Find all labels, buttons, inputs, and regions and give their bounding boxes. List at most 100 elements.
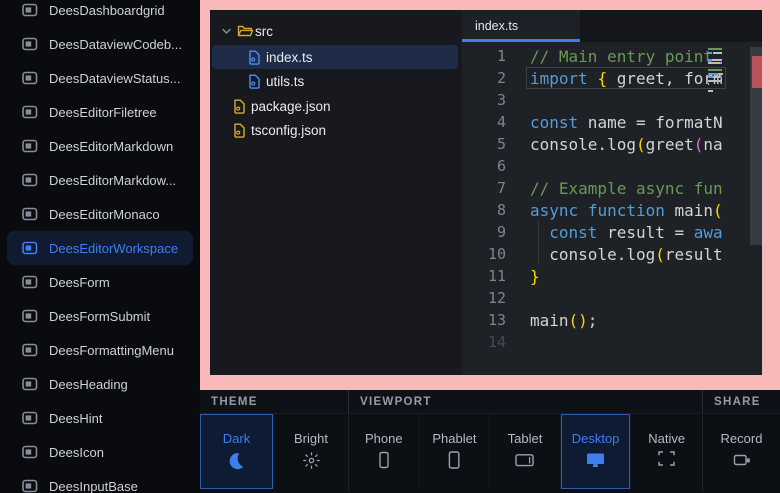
tree-row-label: package.json: [251, 99, 331, 114]
sidebar-item-deesheading[interactable]: DeesHeading: [7, 367, 193, 401]
minimap-line: [708, 66, 728, 68]
file-json-icon: [233, 123, 246, 138]
tree-row-package.json[interactable]: package.json: [210, 94, 462, 118]
widget-icon: [22, 173, 38, 187]
desktop-button[interactable]: Desktop: [561, 414, 632, 489]
button-label: Desktop: [572, 431, 620, 446]
sidebar-item-label: DeesEditorMarkdown: [49, 139, 173, 154]
button-label: Phone: [365, 431, 403, 446]
line-number: 5: [462, 135, 506, 153]
sidebar-item-deesformattingmenu[interactable]: DeesFormattingMenu: [7, 333, 193, 367]
widget-icon: [22, 411, 38, 425]
minimap-line: [708, 59, 728, 61]
phone-icon: [375, 451, 393, 469]
phone-button[interactable]: Phone: [349, 414, 420, 489]
minimap-line: [708, 62, 728, 64]
sidebar-item-label: DeesIcon: [49, 445, 104, 460]
widget-icon: [22, 343, 38, 357]
tree-row-src[interactable]: src: [210, 19, 462, 43]
sidebar-item-deesformsubmit[interactable]: DeesFormSubmit: [7, 299, 193, 333]
toolbar-section-share: Record: [702, 414, 780, 492]
overview-ruler-marker: [752, 56, 762, 88]
sidebar-item-deeshint[interactable]: DeesHint: [7, 401, 193, 435]
tree-row-tsconfig.json[interactable]: tsconfig.json: [210, 118, 462, 142]
button-label: Tablet: [508, 431, 543, 446]
code-line-11[interactable]: 11}: [462, 265, 762, 287]
sidebar-item-deeseditormarkdown[interactable]: DeesEditorMarkdown: [7, 129, 193, 163]
sidebar-item-label: DeesEditorFiletree: [49, 105, 157, 120]
sidebar-item-deeseditormonaco[interactable]: DeesEditorMonaco: [7, 197, 193, 231]
file-json-icon: [233, 99, 246, 114]
phablet-button[interactable]: Phablet: [420, 414, 491, 489]
minimap[interactable]: [708, 45, 728, 97]
native-button[interactable]: Native: [631, 414, 702, 489]
code-line-8[interactable]: 8async function main(: [462, 199, 762, 221]
bright-button[interactable]: Bright: [274, 414, 348, 489]
tree-row-utils.ts[interactable]: utils.ts: [210, 69, 462, 93]
dark-button[interactable]: Dark: [200, 414, 274, 489]
component-sidebar: DeesDashboardgridDeesDataviewCodeb...Dee…: [0, 0, 200, 493]
sidebar-item-deesdashboardgrid[interactable]: DeesDashboardgrid: [7, 0, 193, 27]
widget-icon: [22, 377, 38, 391]
record-button[interactable]: Record: [703, 414, 780, 489]
code-line-12[interactable]: 12: [462, 287, 762, 309]
sidebar-item-deeseditormarkdow[interactable]: DeesEditorMarkdow...: [7, 163, 193, 197]
sidebar-item-label: DeesForm: [49, 275, 110, 290]
file-ts-icon: [248, 50, 261, 65]
sidebar-item-deesicon[interactable]: DeesIcon: [7, 435, 193, 469]
code-line-9[interactable]: 9 const result = awa: [462, 221, 762, 243]
code-line-4[interactable]: 4const name = formatN: [462, 111, 762, 133]
sidebar-item-deesdataviewstatus[interactable]: DeesDataviewStatus...: [7, 61, 193, 95]
sidebar-item-deeseditorworkspace[interactable]: DeesEditorWorkspace: [7, 231, 193, 265]
code-line-14[interactable]: 14: [462, 331, 762, 353]
code-line-7[interactable]: 7// Example async fun: [462, 177, 762, 199]
line-number: 6: [462, 157, 506, 175]
sidebar-item-deesinputbase[interactable]: DeesInputBase: [7, 469, 193, 493]
sidebar-item-deeseditorfiletree[interactable]: DeesEditorFiletree: [7, 95, 193, 129]
tablet-icon: [515, 451, 534, 469]
minimap-line: [708, 55, 728, 57]
line-number: 8: [462, 201, 506, 219]
sidebar-item-deesdataviewcodeb[interactable]: DeesDataviewCodeb...: [7, 27, 193, 61]
desktop-icon: [586, 451, 605, 469]
toolbar-section-label-share: SHARE: [702, 390, 780, 413]
sidebar-item-label: DeesDashboardgrid: [49, 3, 165, 18]
minimap-line: [708, 76, 728, 78]
chevron-down-icon: [222, 28, 231, 35]
toolbar-section-theme: DarkBright: [200, 414, 348, 492]
fullscreen-icon: [658, 451, 675, 466]
sidebar-item-label: DeesEditorMonaco: [49, 207, 160, 222]
minimap-line: [708, 48, 728, 50]
code-line-13[interactable]: 13main();: [462, 309, 762, 331]
environment-toolbar: THEMEVIEWPORTSHARE DarkBrightPhonePhable…: [200, 390, 780, 493]
tree-row-label: src: [255, 24, 273, 39]
code-line-5[interactable]: 5console.log(greet(na: [462, 133, 762, 155]
sidebar-item-label: DeesFormSubmit: [49, 309, 150, 324]
minimap-line: [708, 87, 728, 89]
sidebar-item-label: DeesHeading: [49, 377, 128, 392]
tab-index-ts[interactable]: index.ts: [462, 10, 580, 42]
sidebar-item-deesform[interactable]: DeesForm: [7, 265, 193, 299]
line-text: }: [530, 267, 722, 286]
line-number: 9: [462, 223, 506, 241]
sun-icon: [302, 451, 321, 470]
widget-icon: [22, 445, 38, 459]
line-number: 13: [462, 311, 506, 329]
line-text: // Example async fun: [530, 179, 722, 198]
toolbar-section-label-theme: THEME: [200, 390, 348, 413]
phablet-icon: [445, 451, 463, 469]
code-line-6[interactable]: 6: [462, 155, 762, 177]
line-number: 2: [462, 69, 506, 87]
file-ts-icon: [248, 74, 261, 89]
editor-tab-bar: index.ts: [462, 10, 762, 42]
minimap-line: [708, 69, 728, 71]
tree-row-index.ts[interactable]: index.ts: [210, 45, 462, 69]
tab-label: index.ts: [475, 19, 518, 33]
widget-icon: [22, 309, 38, 323]
tablet-button[interactable]: Tablet: [490, 414, 561, 489]
code-editor[interactable]: index.ts 1// Main entry point2import { g…: [462, 10, 762, 375]
widget-icon: [22, 275, 38, 289]
line-number: 4: [462, 113, 506, 131]
editor-workspace: srcindex.tsutils.tspackage.jsontsconfig.…: [210, 10, 762, 375]
code-line-10[interactable]: 10 console.log(result: [462, 243, 762, 265]
